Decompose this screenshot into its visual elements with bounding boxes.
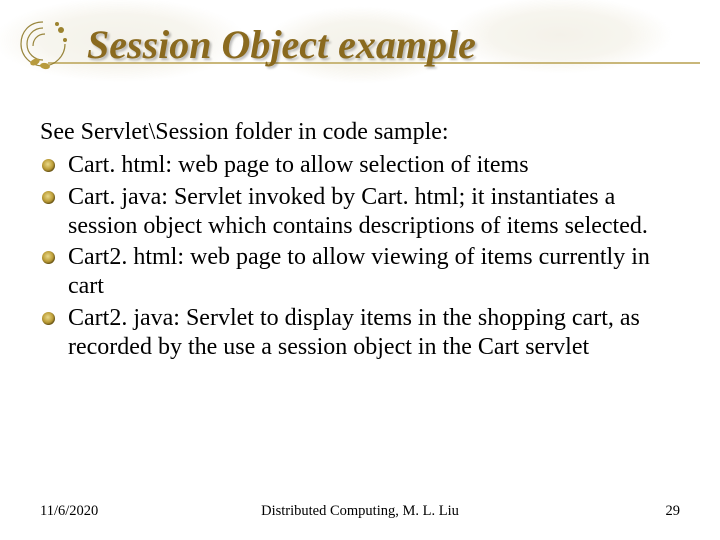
list-item-text: Cart2. java: Servlet to display items in…	[68, 305, 640, 360]
list-item: Cart. java: Servlet invoked by Cart. htm…	[40, 183, 684, 242]
title-row: Session Object example	[15, 16, 700, 72]
slide-title: Session Object example	[87, 21, 476, 68]
intro-text: See Servlet\Session folder in code sampl…	[40, 118, 684, 147]
list-item: Cart2. html: web page to allow viewing o…	[40, 243, 684, 302]
footer-center: Distributed Computing, M. L. Liu	[40, 503, 680, 520]
slide: Session Object example See Servlet\Sessi…	[0, 0, 720, 540]
footer: 11/6/2020 Distributed Computing, M. L. L…	[40, 503, 680, 520]
list-item-text: Cart2. html: web page to allow viewing o…	[68, 244, 650, 299]
list-item-text: Cart. html: web page to allow selection …	[68, 152, 529, 178]
list-item: Cart. html: web page to allow selection …	[40, 151, 684, 180]
title-ornament-icon	[15, 16, 71, 72]
list-item: Cart2. java: Servlet to display items in…	[40, 304, 684, 363]
list-item-text: Cart. java: Servlet invoked by Cart. htm…	[68, 184, 648, 239]
slide-body: See Servlet\Session folder in code sampl…	[40, 118, 684, 364]
bullet-list: Cart. html: web page to allow selection …	[40, 151, 684, 362]
